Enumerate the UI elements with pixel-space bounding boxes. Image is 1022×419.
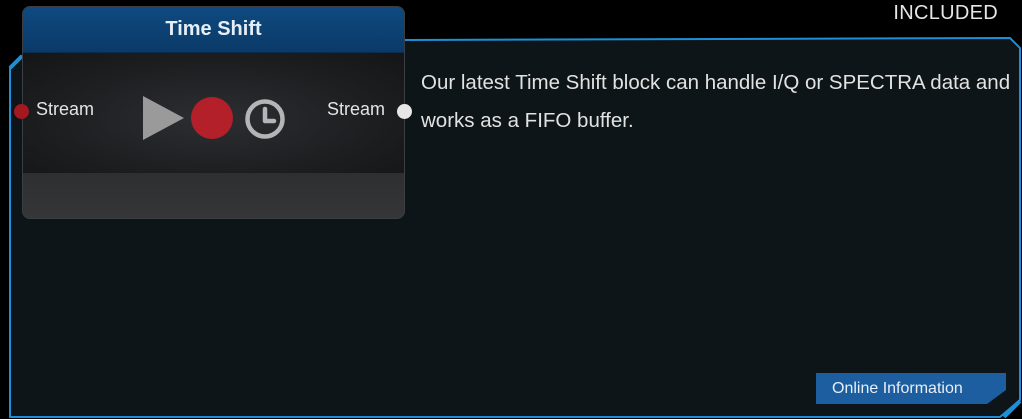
input-port[interactable] xyxy=(14,104,29,119)
record-icon xyxy=(191,97,233,139)
output-port-label: Stream xyxy=(327,99,386,119)
clock-icon xyxy=(245,99,285,139)
play-icon xyxy=(143,96,184,140)
included-badge: INCLUDED xyxy=(893,2,998,24)
output-port[interactable] xyxy=(397,104,412,119)
block-description: Our latest Time Shift block can handle I… xyxy=(421,71,1011,132)
node-footer xyxy=(23,173,404,218)
input-port-label: Stream xyxy=(36,99,95,119)
online-information-button[interactable]: Online Information xyxy=(816,373,1006,404)
block-info-card: INCLUDED Time Shift Stream Stream Our la… xyxy=(0,0,1022,419)
node-title: Time Shift xyxy=(23,7,404,53)
